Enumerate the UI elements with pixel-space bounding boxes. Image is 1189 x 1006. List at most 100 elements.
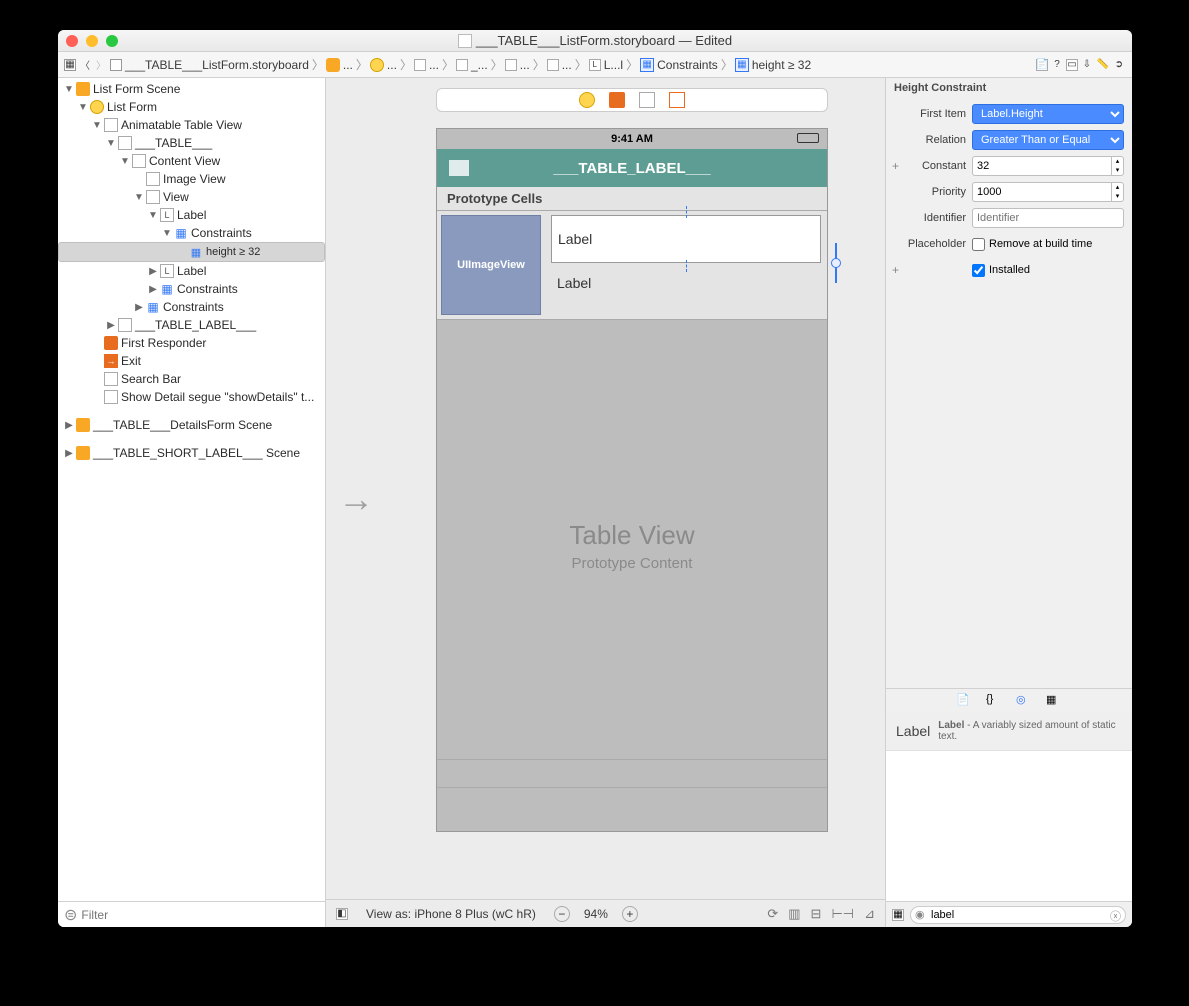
tree-label: View [163,190,189,204]
library-item-label[interactable]: Label Label - A variably sized amount of… [886,712,1132,751]
tree-label: ___TABLE_LABEL___ [135,318,256,332]
window-title-text: ___TABLE___ListForm.storyboard — Edited [476,33,732,48]
guide-top [686,206,687,218]
clear-filter-icon[interactable]: ⓧ [1110,908,1121,924]
segue-icon [104,390,118,404]
related-items-icon[interactable]: ▦ [64,59,76,71]
tree-label: Label [177,264,206,278]
canvas: → 9:41 AM ___TABLE_LABEL___ [326,78,886,927]
tree-row[interactable]: ▼Content View [58,152,325,170]
tree-row[interactable]: ▼___TABLE___ [58,134,325,152]
search-icon: ◉ [915,908,925,921]
priority-input[interactable] [972,182,1111,202]
nav-fwd-icon[interactable]: 〉 [94,58,108,72]
table-view-placeholder: Table View Prototype Content [437,520,827,572]
tree-row[interactable]: ▼Animatable Table View [58,116,325,134]
code-snippet-tab-icon[interactable]: {} [986,693,1002,709]
tree-row[interactable]: →Exit [58,352,325,370]
tree-row[interactable]: Show Detail segue "showDetails" t... [58,388,325,406]
tree-row[interactable]: ▶▦Constraints [58,280,325,298]
label-1-selected[interactable]: Label [551,215,821,263]
tree-row[interactable]: ▦height ≥ 32 [58,242,325,262]
tree-row[interactable]: ▼▦Constraints [58,224,325,242]
object-library-tab-icon[interactable]: ◎ [1016,693,1032,709]
crumb-view3[interactable]: ...〉 [505,56,545,73]
prototype-cell[interactable]: UIImageView Label Label [437,211,827,320]
tree-row[interactable]: ▶___TABLE_LABEL___ [58,316,325,334]
toolbar-area [437,759,827,787]
placeholder-label: Placeholder [894,238,966,250]
height-constraint-indicator[interactable] [829,243,843,283]
menu-icon[interactable] [449,160,469,176]
outline-toggle-icon[interactable]: ◧ [336,908,348,920]
tree-row[interactable]: Search Bar [58,370,325,388]
library-grid-icon[interactable]: ▦ [892,909,904,921]
identity-tab-icon[interactable]: ▭ [1066,59,1078,71]
tree-row[interactable]: ▼LLabel [58,206,325,224]
resolve-icon[interactable]: ⊿ [864,906,875,922]
crumb-vc[interactable]: ...〉 [370,56,412,73]
tree-label: List Form Scene [93,82,180,96]
zoom-value: 94% [584,907,608,921]
circle-icon [90,100,104,114]
inspector-panel: Height Constraint First Item Label.Heigh… [886,78,1132,927]
connections-tab-icon[interactable]: ➲ [1112,58,1126,72]
constant-stepper[interactable]: ▴▾ [1111,156,1124,176]
installed-checkbox[interactable] [972,264,985,277]
attributes-tab-icon[interactable]: ⇩ [1080,58,1094,72]
file-inspector-tab-icon[interactable]: 📄 [1036,59,1048,71]
media-library-tab-icon[interactable]: ▦ [1046,693,1062,709]
size-tab-icon[interactable]: 📏 [1096,58,1110,72]
tree-row[interactable]: ▼List Form Scene [58,80,325,98]
tree-row[interactable]: ▶LLabel [58,262,325,280]
nav-back-icon[interactable]: 〈 [78,58,92,72]
add-installed-icon[interactable]: + [892,263,902,277]
placeholder-checkbox[interactable] [972,238,985,251]
tree-label: First Responder [121,336,206,350]
crumb-view1[interactable]: ...〉 [414,56,454,73]
crumb-constraints[interactable]: ▦Constraints〉 [640,56,733,73]
zoom-in-button[interactable]: + [622,906,638,922]
inspector-title: Height Constraint [886,78,1132,98]
crumb-label[interactable]: LL...l〉 [589,56,638,73]
outline-filter-input[interactable] [81,908,319,922]
tree-row[interactable]: ▼List Form [58,98,325,116]
zoom-out-button[interactable]: − [554,906,570,922]
nav-title: ___TABLE_LABEL___ [553,160,710,177]
embed-stack-icon[interactable]: ▥ [788,906,800,922]
clock-label: 9:41 AM [611,133,653,145]
device-selector[interactable]: View as: iPhone 8 Plus (wC hR) [366,907,536,921]
crumb-height[interactable]: ▦height ≥ 32 [735,58,811,72]
library-filter-input[interactable] [910,906,1126,924]
scene-title-bar[interactable] [436,88,828,112]
device-frame: 9:41 AM ___TABLE_LABEL___ Prototype Cell… [436,128,828,832]
help-tab-icon[interactable]: ? [1050,58,1064,72]
file-template-tab-icon[interactable]: 📄 [956,693,972,709]
constant-input[interactable] [972,156,1111,176]
tv-title: Table View [437,520,827,551]
update-frames-icon[interactable]: ⟳ [767,906,778,922]
align-icon[interactable]: ⊟ [811,906,822,922]
crumb-view4[interactable]: ...〉 [547,56,587,73]
crumb-view2[interactable]: _...〉 [456,56,503,73]
priority-stepper[interactable]: ▴▾ [1111,182,1124,202]
nav-header: ___TABLE_LABEL___ [437,149,827,187]
tree-row[interactable]: ▶___TABLE_SHORT_LABEL___ Scene [58,444,325,462]
tree-row[interactable]: ▶▦Constraints [58,298,325,316]
scene-vc-icon [579,92,595,108]
relation-select[interactable]: Greater Than or Equal [972,130,1124,150]
pin-icon[interactable]: ⊢⊣ [831,906,854,922]
first-item-select[interactable]: Label.Height [972,104,1124,124]
tree-row[interactable]: First Responder [58,334,325,352]
crumb-scene[interactable]: ...〉 [326,56,368,73]
file-icon [458,34,472,48]
crumb-file[interactable]: ___TABLE___ListForm.storyboard〉 [110,56,324,73]
tree-row[interactable]: Image View [58,170,325,188]
tree-row[interactable]: ▶___TABLE___DetailsForm Scene [58,416,325,434]
tree-row[interactable]: ▼View [58,188,325,206]
view-icon [118,136,132,150]
image-view[interactable]: UIImageView [441,215,541,315]
add-constant-icon[interactable]: + [892,159,902,173]
document-outline: ▼List Form Scene▼List Form▼Animatable Ta… [58,78,326,927]
identifier-input[interactable] [972,208,1124,228]
